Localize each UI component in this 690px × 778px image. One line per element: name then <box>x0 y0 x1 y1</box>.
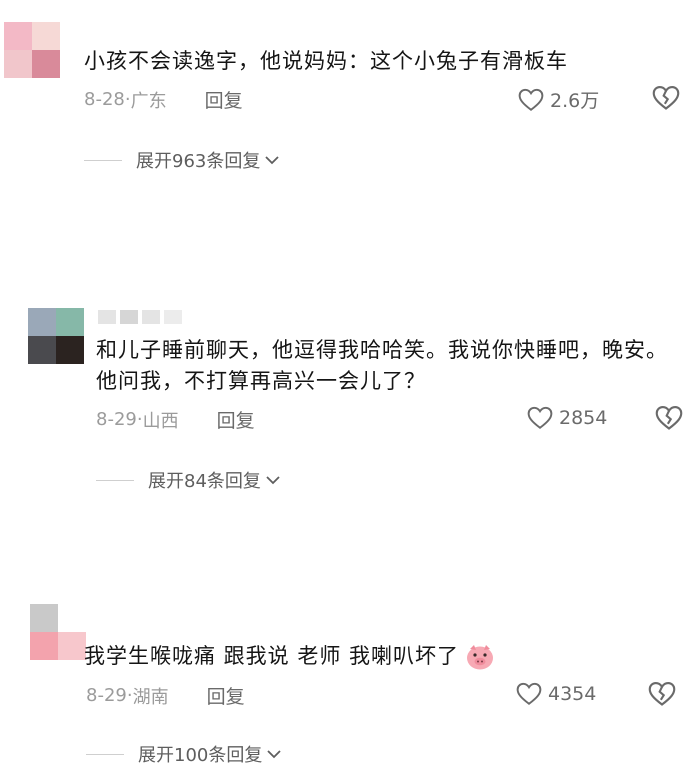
reply-button[interactable]: 回复 <box>217 406 255 433</box>
comment-meta: 8-29 · 山西 回复 <box>96 406 255 433</box>
reply-button[interactable]: 回复 <box>205 86 243 113</box>
heart-icon <box>527 406 553 429</box>
comment-text: 和儿子睡前聊天，他逗得我哈哈笑。我说你快睡吧，晚安。他问我，不打算再高兴一会儿了… <box>96 338 668 393</box>
username-blurred <box>98 310 182 324</box>
comment-location: 广东 <box>130 90 167 112</box>
expand-replies-label: 展开100条回复 <box>138 745 263 766</box>
broken-heart-icon[interactable] <box>652 85 680 111</box>
avatar[interactable] <box>30 604 86 660</box>
broken-heart-icon[interactable] <box>655 405 683 431</box>
chevron-down-icon <box>265 156 279 165</box>
expand-replies-button[interactable]: 展开84条回复 <box>96 467 281 493</box>
like-button[interactable]: 2854 <box>527 406 607 430</box>
expand-replies-button[interactable]: 展开100条回复 <box>86 741 282 767</box>
like-button[interactable]: 2.6万 <box>518 86 599 113</box>
broken-heart-icon[interactable] <box>648 681 676 707</box>
expand-replies-label: 展开84条回复 <box>148 471 261 492</box>
comment-text-content: 我学生喉咙痛 跟我说 老师 我喇叭坏了 <box>84 644 460 668</box>
comment-text: 小孩不会读逸字，他说妈妈：这个小兔子有滑板车 <box>84 49 568 73</box>
chevron-down-icon <box>267 750 281 759</box>
like-count: 4354 <box>548 683 597 705</box>
reply-button[interactable]: 回复 <box>207 682 245 709</box>
avatar[interactable] <box>28 308 84 364</box>
comment-date: 8-28 <box>84 89 125 110</box>
like-count: 2.6万 <box>550 90 600 112</box>
comment-meta: 8-29 · 湖南 回复 <box>86 682 245 709</box>
comment-text: 我学生喉咙痛 跟我说 老师 我喇叭坏了 <box>84 641 684 672</box>
comment-location: 山西 <box>142 410 179 432</box>
avatar[interactable] <box>4 22 60 78</box>
comment-date: 8-29 <box>96 409 137 430</box>
comment-date: 8-29 <box>86 685 127 706</box>
pig-face-icon <box>467 644 494 669</box>
heart-icon <box>516 682 542 705</box>
like-count: 2854 <box>559 407 608 429</box>
chevron-down-icon <box>266 476 280 485</box>
comment-location: 湖南 <box>132 686 169 708</box>
like-button[interactable]: 4354 <box>516 682 596 706</box>
expand-replies-button[interactable]: 展开963条回复 <box>84 147 280 173</box>
comment-meta: 8-28 · 广东 回复 <box>84 86 243 113</box>
heart-icon <box>518 88 544 111</box>
expand-replies-label: 展开963条回复 <box>136 151 261 172</box>
